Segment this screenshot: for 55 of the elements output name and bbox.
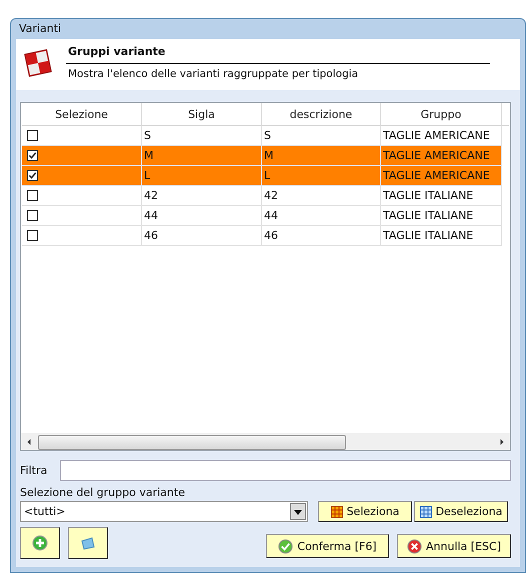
add-button[interactable] (20, 527, 60, 559)
column-header[interactable]: Sigla (142, 103, 262, 125)
checkbox[interactable] (27, 230, 38, 241)
table-row[interactable]: 46 46 TAGLIE ITALIANE (22, 226, 502, 246)
table-row[interactable]: 42 42 TAGLIE ITALIANE (22, 186, 502, 206)
checkmark-icon (278, 538, 294, 554)
table-row[interactable]: L L TAGLIE AMERICANE (22, 166, 502, 186)
checkbox[interactable] (27, 210, 38, 221)
table-cell: S (262, 126, 381, 145)
table-row[interactable]: 44 44 TAGLIE ITALIANE (22, 206, 502, 226)
table-cell: L (142, 166, 262, 185)
table-cell: M (142, 146, 262, 165)
table-cell: TAGLIE ITALIANE (381, 226, 502, 245)
column-header[interactable]: descrizione (262, 103, 381, 125)
table-cell: 42 (262, 186, 381, 205)
cancel-button[interactable]: Annulla [ESC] (397, 534, 511, 558)
filter-label: Filtra (20, 464, 48, 476)
table-cell: TAGLIE AMERICANE (381, 126, 502, 145)
table-cell: TAGLIE ITALIANE (381, 206, 502, 225)
grid-icon (420, 506, 432, 518)
checkbox[interactable] (27, 190, 38, 201)
grid-icon (330, 506, 343, 518)
scrollbar-thumb[interactable] (38, 435, 346, 450)
checkbox[interactable] (27, 170, 38, 181)
group-label: Selezione del gruppo variante (20, 486, 186, 500)
add-icon (32, 535, 48, 551)
header-title: Gruppi variante (66, 44, 490, 64)
table-cell: TAGLIE AMERICANE (381, 166, 502, 185)
table-cell: TAGLIE ITALIANE (381, 186, 502, 205)
table-cell: 46 (262, 226, 381, 245)
column-header[interactable]: Selezione (22, 103, 142, 125)
horizontal-scrollbar[interactable] (21, 433, 510, 450)
filter-field[interactable] (60, 460, 511, 480)
notepad-icon (80, 535, 96, 551)
window-title: Varianti (19, 22, 62, 36)
table-cell: 44 (262, 206, 381, 225)
deselect-button[interactable]: Deseleziona (414, 501, 508, 522)
close-icon (407, 538, 422, 554)
group-dropdown[interactable]: <tutti> (20, 501, 308, 522)
checkbox[interactable] (27, 150, 38, 161)
table-cell: S (142, 126, 262, 145)
column-header[interactable]: Gruppo (381, 103, 502, 125)
table-cell: M (262, 146, 381, 165)
header-subtitle: Mostra l'elenco delle varianti raggruppate per tipologia (68, 66, 360, 81)
table-cell: 44 (142, 206, 262, 225)
checkbox[interactable] (27, 130, 38, 141)
edit-button[interactable] (68, 527, 108, 559)
table-cell: TAGLIE AMERICANE (381, 146, 502, 165)
table-cell: L (262, 166, 381, 185)
table-row[interactable]: M M TAGLIE AMERICANE (22, 146, 502, 166)
table-cell: 46 (142, 226, 262, 245)
confirm-button[interactable]: Conferma [F6] (266, 534, 389, 558)
select-button[interactable]: Seleziona (318, 501, 412, 522)
dropdown-arrow-icon (294, 508, 302, 516)
table-cell: 42 (142, 186, 262, 205)
